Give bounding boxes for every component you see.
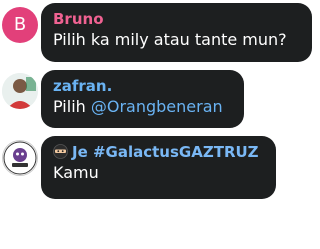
message-text: Pilih @Orangbeneran <box>53 96 232 118</box>
message-text-prefix: Pilih <box>53 97 91 116</box>
message-text: Kamu <box>53 163 99 182</box>
avatar[interactable] <box>2 73 38 109</box>
sender-name-text: Je #GalactusGAZTRUZ <box>72 143 259 161</box>
avatar-letter: B <box>13 14 27 35</box>
message-bubble[interactable]: Je #GalactusGAZTRUZ Kamu <box>41 136 276 199</box>
galactus-logo-icon <box>3 141 37 175</box>
message-bubble[interactable]: Bruno Pilih ka mily atau tante mun? <box>41 3 312 62</box>
message-bubble[interactable]: zafran. Pilih @Orangbeneran <box>41 70 244 128</box>
person-photo-icon <box>2 73 38 109</box>
sender-name[interactable]: zafran. <box>53 77 232 96</box>
message-text: Pilih ka mily atau tante mun? <box>53 30 287 49</box>
avatar[interactable]: B <box>2 7 38 43</box>
avatar[interactable] <box>2 140 38 176</box>
mention-link[interactable]: @Orangbeneran <box>91 97 223 116</box>
sender-name[interactable]: Je #GalactusGAZTRUZ <box>53 143 264 162</box>
ninja-emoji-icon <box>53 144 68 159</box>
chat-thread: B Bruno Pilih ka mily atau tante mun? za… <box>0 0 320 249</box>
sender-name[interactable]: Bruno <box>53 10 300 29</box>
